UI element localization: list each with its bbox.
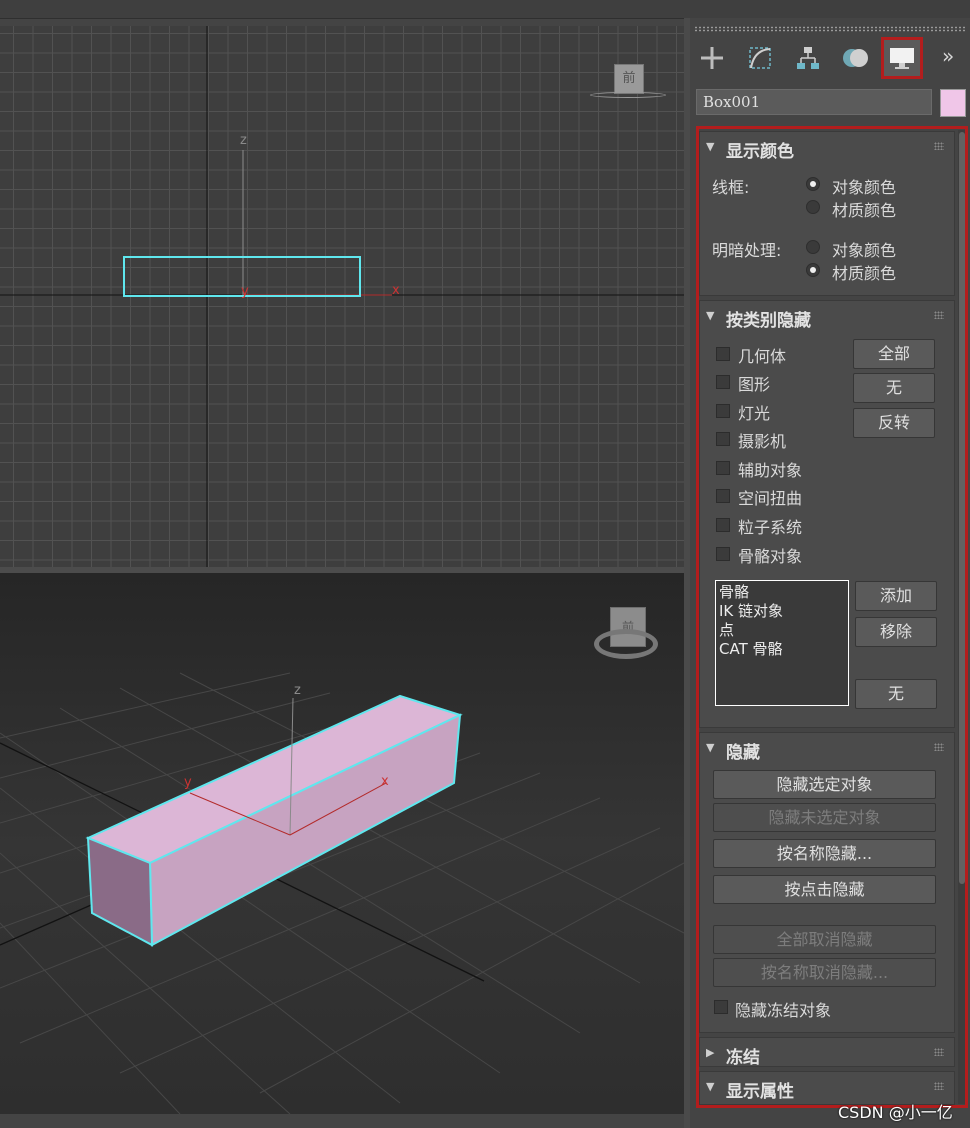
rollout-title: 按类别隐藏 — [726, 311, 811, 331]
hide-selected-button[interactable]: 隐藏选定对象 — [713, 770, 936, 799]
rollout-freeze: ▶ 冻结 — [699, 1037, 955, 1068]
wireframe-object-color-label: 对象颜色 — [832, 178, 897, 197]
rollout-title: 显示属性 — [726, 1082, 794, 1102]
panel-grip[interactable] — [694, 26, 966, 32]
hierarchy-icon — [797, 47, 819, 69]
label-particle-systems: 粒子系统 — [738, 518, 803, 537]
label-shapes: 图形 — [738, 375, 771, 394]
top-toolbar — [0, 0, 970, 19]
rollout-hide: ▼ 隐藏 隐藏选定对象 隐藏未选定对象 按名称隐藏... 按点击隐藏 全部取消隐… — [699, 732, 955, 1033]
grip-icon — [934, 311, 944, 319]
axis-x-label: x — [392, 283, 400, 298]
shaded-material-color-label: 材质颜色 — [832, 264, 897, 283]
grip-icon — [934, 743, 944, 751]
persp-viewcube-icon[interactable]: 前 — [592, 607, 662, 667]
panel-scrollbar-thumb[interactable] — [959, 132, 965, 884]
persp-axis-x-label: x — [381, 774, 389, 789]
viewport-top[interactable]: z x y 前 — [0, 26, 684, 567]
rollout-title: 显示颜色 — [726, 142, 794, 162]
rollout-hide-by-category-header[interactable]: ▼ 按类别隐藏 — [700, 301, 954, 331]
list-item[interactable]: IK 链对象 — [719, 602, 845, 621]
display-tab[interactable] — [881, 37, 923, 79]
hide-frozen-label: 隐藏冻结对象 — [735, 1001, 832, 1020]
checkbox-particle-systems[interactable] — [716, 518, 730, 532]
grip-icon — [934, 142, 944, 150]
checkbox-shapes[interactable] — [716, 375, 730, 389]
create-tab[interactable] — [692, 38, 732, 78]
invert-button[interactable]: 反转 — [853, 408, 935, 438]
label-geometry: 几何体 — [738, 347, 787, 366]
expanded-triangle-icon: ▼ — [706, 140, 715, 153]
axis-z-label: z — [240, 133, 247, 148]
label-lights: 灯光 — [738, 404, 771, 423]
viewcube-face: 前 — [614, 64, 644, 94]
wireframe-material-color-radio[interactable] — [806, 200, 820, 214]
plus-icon — [701, 47, 723, 69]
expanded-triangle-icon: ▼ — [706, 309, 715, 322]
hide-frozen-checkbox[interactable] — [714, 1000, 728, 1014]
all-button[interactable]: 全部 — [853, 339, 935, 369]
add-button[interactable]: 添加 — [855, 581, 937, 611]
label-cameras: 摄影机 — [738, 432, 787, 451]
viewport-persp-scene — [0, 672, 684, 1114]
label-space-warps: 空间扭曲 — [738, 489, 803, 508]
grip-icon — [934, 1048, 944, 1056]
rollout-title: 冻结 — [726, 1048, 760, 1068]
category-listbox[interactable]: 骨骼 IK 链对象 点 CAT 骨骼 — [715, 580, 849, 706]
modify-curve-icon — [749, 47, 771, 69]
checkbox-space-warps[interactable] — [716, 489, 730, 503]
checkbox-bone-objects[interactable] — [716, 547, 730, 561]
list-item[interactable]: 骨骼 — [719, 583, 845, 602]
modify-tab[interactable] — [740, 38, 780, 78]
hierarchy-tab[interactable] — [788, 38, 828, 78]
rollout-display-color: ▼ 显示颜色 线框: 对象颜色 材质颜色 明暗处理: 对象颜色 材质颜色 — [699, 131, 955, 296]
none-button[interactable]: 无 — [853, 373, 935, 403]
rollout-title: 隐藏 — [726, 743, 760, 763]
viewport-top-scene — [0, 26, 684, 567]
hide-unselected-button[interactable]: 隐藏未选定对象 — [713, 803, 936, 832]
rollout-display-properties-header[interactable]: ▼ 显示属性 — [700, 1072, 954, 1102]
watermark: CSDN @小一亿 — [838, 1103, 953, 1122]
viewcube-icon[interactable]: 前 — [590, 62, 666, 102]
expanded-triangle-icon: ▼ — [706, 1080, 715, 1093]
object-name-field[interactable]: Box001 — [696, 89, 932, 115]
motion-icon — [843, 49, 868, 67]
motion-tab[interactable] — [836, 38, 876, 78]
more-tabs-button[interactable]: » — [942, 44, 954, 68]
shaded-material-color-radio[interactable] — [806, 263, 820, 277]
none-list-button[interactable]: 无 — [855, 679, 937, 709]
wireframe-material-color-label: 材质颜色 — [832, 201, 897, 220]
shaded-label: 明暗处理: — [712, 241, 782, 260]
grip-icon — [934, 1082, 944, 1090]
checkbox-cameras[interactable] — [716, 432, 730, 446]
expanded-triangle-icon: ▼ — [706, 741, 715, 754]
rollout-freeze-header[interactable]: ▶ 冻结 — [700, 1038, 954, 1068]
axis-y-label: y — [241, 284, 249, 299]
hide-by-name-button[interactable]: 按名称隐藏... — [713, 839, 936, 868]
hide-by-hit-button[interactable]: 按点击隐藏 — [713, 875, 936, 904]
viewport-perspective[interactable]: z x y 前 — [0, 573, 684, 1114]
shaded-object-color-radio[interactable] — [806, 240, 820, 254]
unhide-by-name-button[interactable]: 按名称取消隐藏... — [713, 958, 936, 987]
wireframe-object-color-radio[interactable] — [806, 177, 820, 191]
shaded-object-color-label: 对象颜色 — [832, 241, 897, 260]
list-item[interactable]: 点 — [719, 621, 845, 640]
persp-axis-y-label: y — [184, 775, 192, 790]
label-bone-objects: 骨骼对象 — [738, 547, 803, 566]
rollout-display-color-header[interactable]: ▼ 显示颜色 — [700, 132, 954, 162]
command-panel-tabs: » — [692, 36, 970, 84]
collapsed-triangle-icon: ▶ — [706, 1046, 715, 1059]
remove-button[interactable]: 移除 — [855, 617, 937, 647]
list-item[interactable]: CAT 骨骼 — [719, 640, 845, 659]
persp-axis-z-label: z — [294, 683, 301, 698]
unhide-all-button[interactable]: 全部取消隐藏 — [713, 925, 936, 954]
monitor-icon — [890, 48, 914, 69]
checkbox-helpers[interactable] — [716, 461, 730, 475]
label-helpers: 辅助对象 — [738, 461, 803, 480]
wireframe-label: 线框: — [712, 178, 750, 197]
object-color-swatch[interactable] — [940, 89, 966, 117]
rollout-hide-header[interactable]: ▼ 隐藏 — [700, 733, 954, 763]
checkbox-geometry[interactable] — [716, 347, 730, 361]
checkbox-lights[interactable] — [716, 404, 730, 418]
